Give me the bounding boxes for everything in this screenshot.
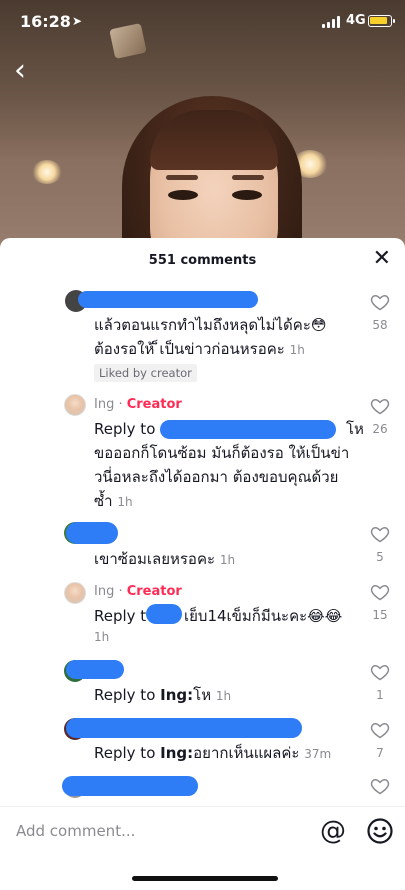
heart-icon [370,722,390,739]
comment-time: 1h [94,630,110,644]
heart-icon [370,398,390,415]
avatar[interactable] [64,582,86,604]
comment-text: โห [346,420,364,438]
redacted-username [66,522,118,544]
redacted-username [62,776,198,796]
comment-item[interactable]: เขาซ้อมเลยหรอคะ 1h 5 [0,518,405,578]
comment-item[interactable]: Reply to Ing:โห 1h 1 [0,658,405,714]
bottom-safe-area [0,856,405,890]
redacted-username [66,718,302,738]
comment-item[interactable] [0,774,405,804]
eye [232,190,262,200]
creator-label: Creator [126,584,182,599]
redacted-username [78,291,258,308]
eye [168,190,198,200]
comment-text: เขาซ้อมเลยหรอคะ 1h [94,550,236,568]
creator-label: Creator [126,397,182,412]
sheet-header: 551 comments ✕ [0,238,405,284]
close-icon[interactable]: ✕ [373,248,391,270]
location-arrow-icon: ➤ [72,14,83,28]
like-count: 1 [376,688,384,702]
like-count: 7 [376,746,384,760]
like-count: 58 [372,318,388,332]
heart-icon [370,526,390,543]
eyebrow [232,175,264,180]
redacted-username [146,604,182,624]
comment-time: 1h [117,495,133,509]
like-button[interactable]: 7 [365,720,395,760]
like-button[interactable]: 1 [365,662,395,702]
heart-icon [370,584,390,601]
comment-input-bar[interactable]: Add comment... @ [0,806,405,856]
comment-item[interactable]: แล้วตอนแรกทำไมถึงหลุดไม่ได้คะ😳 ต้องรอให้… [0,284,405,389]
comment-text: Reply to Ing:อยากเห็นแผลค่ะ 37m [94,744,332,762]
emoji-icon[interactable] [366,817,394,845]
network-type: 4G [346,13,366,28]
comment-text: ขอออกก็โดนซ้อม มันก็ต้องรอ ให้เป็นข่า [94,444,350,462]
battery-icon [368,15,395,27]
clock: 16:28 [20,12,71,31]
comment-username: Ing · Creator [94,397,182,412]
eyebrow [166,175,198,180]
avatar[interactable] [64,394,86,416]
like-count: 26 [372,422,388,436]
comment-time: 1h [219,553,236,567]
like-button[interactable]: 26 [365,396,395,436]
like-count: 5 [376,550,384,564]
comment-item[interactable]: Ing · Creator Reply to โห ขอออกก็โดนซ้อม… [0,390,405,512]
liked-by-creator-badge: Liked by creator [94,364,197,382]
comment-text: วนี่อหละถึงได้ออกมา ต้องขอบคุณด้วย [94,468,339,486]
comment-count: 551 comments [148,253,257,268]
heart-icon [370,778,390,795]
comment-time: 37m [304,747,332,761]
like-button[interactable]: 15 [365,582,395,622]
comment-text: ซ้ำ 1h [94,492,133,510]
add-comment-input[interactable]: Add comment... [16,822,135,840]
comment-time: 1h [215,689,232,703]
like-button[interactable]: 58 [365,292,395,332]
back-arrow-icon[interactable]: ‹ [14,56,26,86]
redacted-username [160,420,336,439]
comment-item[interactable]: Ing · Creator Reply t เย็บ14เข็มก็มีนะคะ… [0,580,405,654]
redacted-username [66,660,124,679]
heart-icon [370,294,390,311]
like-button[interactable] [365,776,395,796]
comment-text: Reply t [94,607,147,625]
comments-sheet: 551 comments ✕ แล้วตอนแรกทำไมถึงหลุดไม่ไ… [0,238,405,890]
comment-text: แล้วตอนแรกทำไมถึงหลุดไม่ได้คะ😳 [94,316,327,334]
comment-text: ต้องรอให้ ็เป็นข่าวก่อนหรอคะ 1h [94,340,305,358]
status-bar: 16:28 ➤ 4G [0,0,405,44]
home-indicator[interactable] [132,876,278,881]
comment-item[interactable]: Reply to Ing:อยากเห็นแผลค่ะ 37m 7 [0,716,405,772]
at-mention-icon[interactable]: @ [320,816,346,846]
heart-icon [370,664,390,681]
like-count: 15 [372,608,388,622]
comment-time: 1h [289,343,305,357]
like-button[interactable]: 5 [365,524,395,564]
comment-username: Ing · Creator [94,584,182,599]
comment-text: Reply to Ing:โห 1h [94,686,232,704]
ceiling-light [32,160,62,184]
comment-text: เย็บ14เข็มก็มีนะคะ😂😂 [184,607,343,625]
cellular-signal-icon [322,16,342,28]
